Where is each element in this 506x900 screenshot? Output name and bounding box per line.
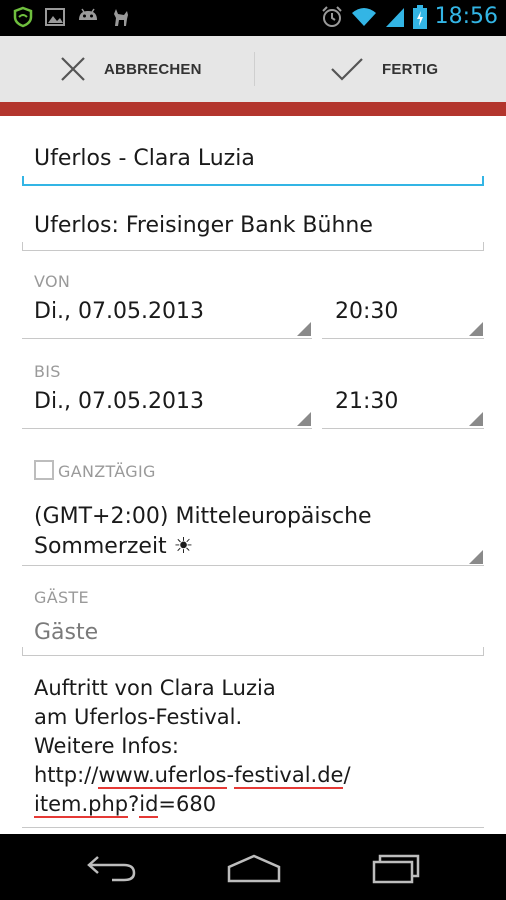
url-query-mark: ? bbox=[128, 792, 140, 816]
from-time-picker[interactable]: 20:30 bbox=[335, 299, 398, 324]
recents-icon bbox=[372, 854, 420, 884]
timezone-dropdown-icon bbox=[469, 550, 483, 564]
to-date-underline bbox=[22, 428, 312, 429]
description-input[interactable]: Auftritt von Clara Luzia am Uferlos-Fest… bbox=[34, 674, 351, 819]
url-param-misspelled: id bbox=[139, 792, 159, 818]
from-time-dropdown-icon bbox=[469, 322, 483, 336]
notification-icons bbox=[12, 6, 132, 28]
url-scheme: http:// bbox=[34, 763, 99, 787]
from-section-label: VON bbox=[34, 272, 71, 291]
recents-button[interactable] bbox=[366, 848, 426, 888]
shield-icon bbox=[13, 6, 33, 28]
event-color-band bbox=[0, 102, 506, 116]
location-underline-tick-right bbox=[483, 242, 484, 250]
cancel-label: ABBRECHEN bbox=[104, 60, 202, 78]
guests-underline bbox=[22, 655, 484, 656]
to-date-dropdown-icon bbox=[297, 412, 311, 426]
back-button[interactable] bbox=[82, 848, 142, 888]
battery-charging-icon bbox=[412, 4, 427, 29]
description-line-1: Auftritt von Clara Luzia bbox=[34, 676, 276, 700]
android-icon bbox=[79, 8, 97, 20]
done-label: FERTIG bbox=[382, 60, 439, 78]
check-icon bbox=[331, 58, 363, 81]
home-button[interactable] bbox=[224, 848, 284, 888]
home-icon bbox=[227, 854, 281, 883]
event-edit-form: Uferlos - Clara Luzia Uferlos: Freisinge… bbox=[0, 116, 506, 834]
guests-input[interactable]: Gäste bbox=[34, 620, 98, 645]
title-input[interactable]: Uferlos - Clara Luzia bbox=[34, 146, 255, 171]
back-icon bbox=[87, 856, 136, 882]
done-button[interactable]: FERTIG bbox=[330, 36, 438, 102]
from-date-dropdown-icon bbox=[297, 322, 311, 336]
location-underline-tick-left bbox=[22, 242, 23, 250]
to-time-picker[interactable]: 21:30 bbox=[335, 389, 398, 414]
status-bar: 18:56 bbox=[0, 0, 506, 36]
close-icon bbox=[61, 57, 85, 81]
url-slash: / bbox=[343, 763, 351, 787]
all-day-checkbox[interactable] bbox=[34, 460, 54, 480]
clock: 18:56 bbox=[434, 4, 498, 29]
all-day-label: GANZTÄGIG bbox=[58, 462, 156, 481]
url-path-misspelled: item.php bbox=[34, 792, 129, 818]
title-underline-tick-left bbox=[22, 176, 24, 184]
from-date-picker[interactable]: Di., 07.05.2013 bbox=[34, 299, 204, 324]
url-host-misspelled: www.uferlos bbox=[98, 763, 227, 789]
action-bar: ABBRECHEN FERTIG bbox=[0, 36, 506, 103]
description-line-4: http://www.uferlos-festival.de/ bbox=[34, 761, 351, 790]
to-date-picker[interactable]: Di., 07.05.2013 bbox=[34, 389, 204, 414]
to-section-label: BIS bbox=[34, 362, 61, 381]
system-icons: 18:56 bbox=[321, 4, 498, 29]
timezone-line-2: Sommerzeit ☀ bbox=[34, 534, 194, 559]
navigation-bar bbox=[0, 834, 506, 900]
action-bar-divider bbox=[254, 52, 255, 86]
cancel-button[interactable]: ABBRECHEN bbox=[60, 36, 202, 102]
to-time-dropdown-icon bbox=[469, 412, 483, 426]
title-underline-tick-right bbox=[482, 176, 484, 184]
location-input[interactable]: Uferlos: Freisinger Bank Bühne bbox=[34, 213, 373, 238]
description-underline bbox=[22, 827, 484, 828]
title-underline bbox=[22, 184, 484, 186]
deer-icon bbox=[114, 9, 128, 26]
timezone-line-1: (GMT+2:00) Mitteleuropäische bbox=[34, 504, 372, 529]
description-line-5: item.php?id=680 bbox=[34, 790, 351, 819]
timezone-underline bbox=[22, 565, 484, 566]
location-underline bbox=[22, 250, 484, 251]
guests-section-label: GÄSTE bbox=[34, 588, 89, 607]
url-domain-misspelled: festival.de bbox=[234, 763, 344, 789]
description-line-3: Weitere Infos: bbox=[34, 734, 179, 758]
gallery-icon bbox=[45, 8, 65, 26]
timezone-picker[interactable]: (GMT+2:00) Mitteleuropäische Sommerzeit … bbox=[34, 502, 372, 562]
guests-underline-tick-left bbox=[22, 647, 23, 655]
from-date-underline bbox=[22, 338, 312, 339]
url-param-value: =680 bbox=[158, 792, 217, 816]
to-time-underline bbox=[322, 428, 484, 429]
wifi-icon bbox=[351, 7, 376, 26]
alarm-icon bbox=[321, 5, 342, 27]
url-dash: - bbox=[226, 763, 235, 787]
signal-icon bbox=[385, 7, 404, 27]
from-time-underline bbox=[322, 338, 484, 339]
description-line-2: am Uferlos-Festival. bbox=[34, 705, 243, 729]
guests-underline-tick-right bbox=[483, 647, 484, 655]
